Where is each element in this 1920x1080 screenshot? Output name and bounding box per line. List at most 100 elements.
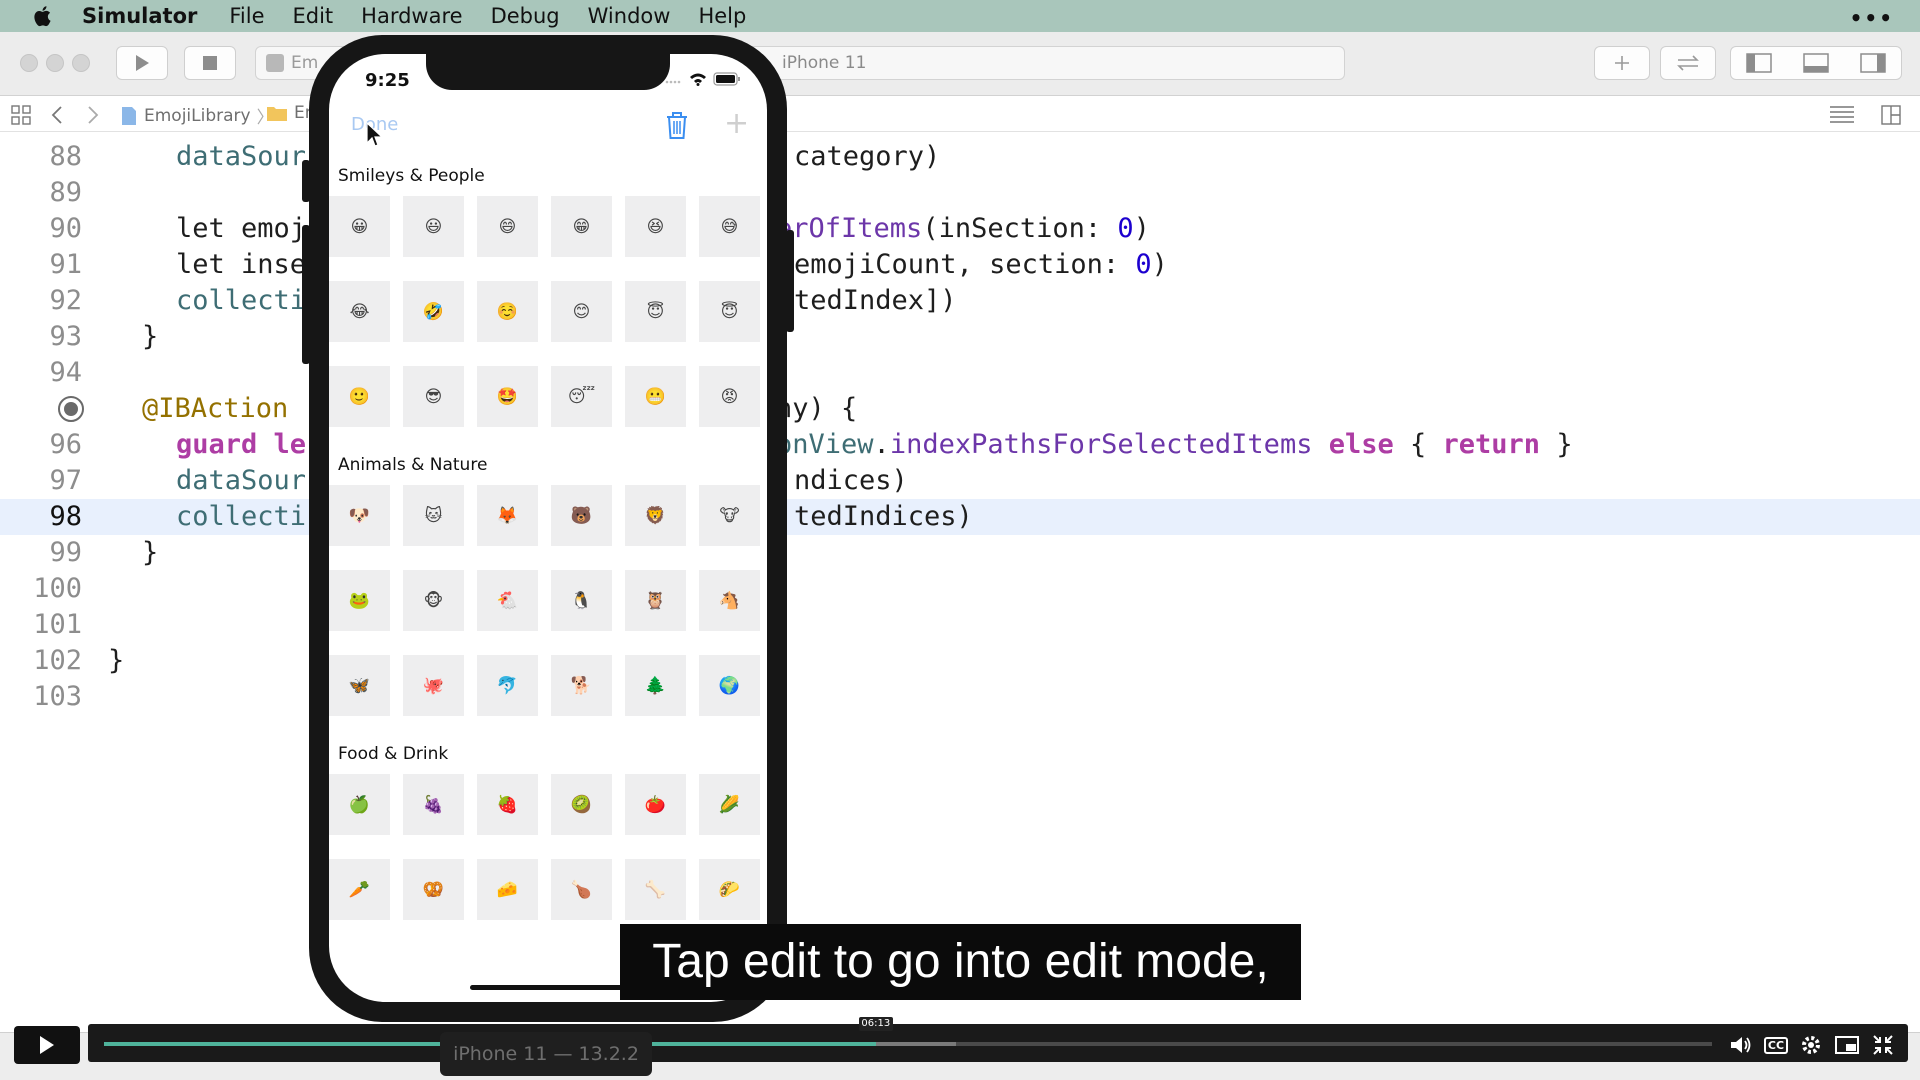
emoji-cell[interactable]: 🍏 bbox=[329, 774, 390, 835]
emoji-cell[interactable]: 😴 bbox=[551, 366, 612, 427]
menu-help[interactable]: Help bbox=[698, 4, 746, 28]
emoji-cell[interactable]: 😅 bbox=[699, 196, 760, 257]
code-line[interactable]: 94 bbox=[0, 355, 1920, 391]
emoji-cell[interactable]: 🌮 bbox=[699, 859, 760, 920]
inspector-toggle-icon[interactable] bbox=[1859, 53, 1886, 73]
breadcrumb-project[interactable]: EmojiLibrary 〉 bbox=[120, 103, 274, 128]
emoji-cell[interactable]: 😇 bbox=[699, 281, 760, 342]
editor-options-icon[interactable] bbox=[1828, 104, 1856, 124]
emoji-cell[interactable]: 🐮 bbox=[699, 485, 760, 546]
zoom-window-button[interactable] bbox=[72, 54, 90, 72]
emoji-cell[interactable]: 🐶 bbox=[329, 485, 390, 546]
emoji-cell[interactable]: 🐔 bbox=[477, 570, 538, 631]
emoji-cell[interactable]: 🍇 bbox=[403, 774, 464, 835]
emoji-cell[interactable]: 🥕 bbox=[329, 859, 390, 920]
code-line[interactable]: 99 } bbox=[0, 535, 1920, 571]
app-name[interactable]: Simulator bbox=[82, 4, 197, 28]
emoji-cell[interactable]: 🦊 bbox=[477, 485, 538, 546]
emoji-cell[interactable]: 😇 bbox=[625, 281, 686, 342]
emoji-cell[interactable]: 🐱 bbox=[403, 485, 464, 546]
emoji-cell[interactable]: 😁 bbox=[551, 196, 612, 257]
trash-icon[interactable] bbox=[663, 110, 691, 140]
more-icon[interactable]: ••• bbox=[1850, 6, 1894, 30]
emoji-cell[interactable]: 🐴 bbox=[699, 570, 760, 631]
menu-edit[interactable]: Edit bbox=[293, 4, 334, 28]
emoji-cell[interactable]: 🍅 bbox=[625, 774, 686, 835]
source-editor[interactable]: 88 dataSour category) 89 90 let emoj erO… bbox=[0, 132, 1920, 1032]
minimize-window-button[interactable] bbox=[46, 54, 64, 72]
code-line[interactable]: 96 guard le onView.indexPathsForSelected… bbox=[0, 427, 1920, 463]
emoji-cell[interactable]: 😄 bbox=[477, 196, 538, 257]
emoji-cell[interactable]: 🌽 bbox=[699, 774, 760, 835]
navigator-toggle-icon[interactable] bbox=[1746, 53, 1773, 73]
emoji-cell[interactable]: 😀 bbox=[329, 196, 390, 257]
code-line[interactable]: 100 bbox=[0, 571, 1920, 607]
menu-debug[interactable]: Debug bbox=[491, 4, 560, 28]
emoji-cell[interactable]: 🤣 bbox=[403, 281, 464, 342]
emoji-cell[interactable]: 😡 bbox=[699, 366, 760, 427]
code-line[interactable]: 91 let inse emojiCount, section: 0) bbox=[0, 247, 1920, 283]
emoji-cell[interactable]: ☺️ bbox=[477, 281, 538, 342]
emoji-cell[interactable]: 🐬 bbox=[477, 655, 538, 716]
picture-in-picture-icon[interactable] bbox=[1834, 1032, 1860, 1058]
menu-window[interactable]: Window bbox=[588, 4, 671, 28]
code-line[interactable]: 101 bbox=[0, 607, 1920, 643]
emoji-cell[interactable]: 🌲 bbox=[625, 655, 686, 716]
video-play-button[interactable] bbox=[14, 1026, 80, 1064]
emoji-cell[interactable]: 😬 bbox=[625, 366, 686, 427]
video-progress-track[interactable] bbox=[104, 1042, 1712, 1046]
home-indicator[interactable] bbox=[470, 985, 630, 990]
emoji-cell[interactable]: 😃 bbox=[403, 196, 464, 257]
code-line[interactable]: 88 dataSour category) bbox=[0, 139, 1920, 175]
library-button[interactable] bbox=[1594, 46, 1650, 80]
related-items-icon[interactable] bbox=[10, 104, 32, 126]
emoji-cell[interactable]: 🐵 bbox=[403, 570, 464, 631]
emoji-cell[interactable]: 😆 bbox=[625, 196, 686, 257]
code-line[interactable]: 103 bbox=[0, 679, 1920, 715]
emoji-cell[interactable]: 🤩 bbox=[477, 366, 538, 427]
emoji-cell[interactable]: 🦉 bbox=[625, 570, 686, 631]
simulator-screen[interactable]: 9:25 Done + Smileys & People 😀 😃 😄 😁 😆 😅 😂 🤣 ☺️ 😊 😇… bbox=[329, 54, 767, 1002]
emoji-cell[interactable]: 🙂 bbox=[329, 366, 390, 427]
emoji-cell[interactable]: 🍗 bbox=[551, 859, 612, 920]
run-destination[interactable]: iPhone 11 bbox=[782, 53, 866, 73]
code-line[interactable]: 102 } bbox=[0, 643, 1920, 679]
settings-gear-icon[interactable] bbox=[1798, 1032, 1824, 1058]
code-line[interactable]: @IBAction ny) { bbox=[0, 391, 1920, 427]
emoji-cell[interactable]: 🦋 bbox=[329, 655, 390, 716]
apple-icon[interactable] bbox=[30, 3, 56, 29]
debug-area-toggle-icon[interactable] bbox=[1803, 53, 1829, 73]
add-editor-icon[interactable] bbox=[1880, 104, 1902, 126]
forward-chevron-icon[interactable] bbox=[86, 104, 100, 126]
emoji-cell[interactable]: 🧀 bbox=[477, 859, 538, 920]
action-connection-icon[interactable] bbox=[58, 396, 84, 422]
stop-button[interactable] bbox=[184, 46, 236, 80]
back-chevron-icon[interactable] bbox=[50, 104, 64, 126]
emoji-cell[interactable]: 😂 bbox=[329, 281, 390, 342]
code-line[interactable]: 90 let emoj erOfItems(inSection: 0) bbox=[0, 211, 1920, 247]
volume-icon[interactable] bbox=[1728, 1032, 1754, 1058]
code-line[interactable]: 92 collecti tedIndex]) bbox=[0, 283, 1920, 319]
emoji-cell[interactable]: 🌍 bbox=[699, 655, 760, 716]
emoji-cell[interactable]: 🐸 bbox=[329, 570, 390, 631]
emoji-cell[interactable]: 🥝 bbox=[551, 774, 612, 835]
code-line[interactable]: 97 dataSour ndices) bbox=[0, 463, 1920, 499]
emoji-cell[interactable]: 😎 bbox=[403, 366, 464, 427]
fullscreen-exit-icon[interactable] bbox=[1870, 1032, 1896, 1058]
menu-hardware[interactable]: Hardware bbox=[361, 4, 462, 28]
emoji-cell[interactable]: 😊 bbox=[551, 281, 612, 342]
code-line[interactable]: 93 } bbox=[0, 319, 1920, 355]
emoji-cell[interactable]: 🥨 bbox=[403, 859, 464, 920]
emoji-cell[interactable]: 🍓 bbox=[477, 774, 538, 835]
emoji-cell[interactable]: 🐧 bbox=[551, 570, 612, 631]
emoji-cell[interactable]: 🐙 bbox=[403, 655, 464, 716]
emoji-cell[interactable]: 🐻 bbox=[551, 485, 612, 546]
close-window-button[interactable] bbox=[20, 54, 38, 72]
code-review-button[interactable] bbox=[1660, 46, 1716, 80]
run-button[interactable] bbox=[116, 46, 168, 80]
current-code-line[interactable]: 98 collecti tedIndices) bbox=[0, 499, 1920, 535]
code-line[interactable]: 89 bbox=[0, 175, 1920, 211]
add-button[interactable]: + bbox=[724, 108, 749, 140]
emoji-cell[interactable]: 🦴 bbox=[625, 859, 686, 920]
emoji-cell[interactable]: 🦁 bbox=[625, 485, 686, 546]
